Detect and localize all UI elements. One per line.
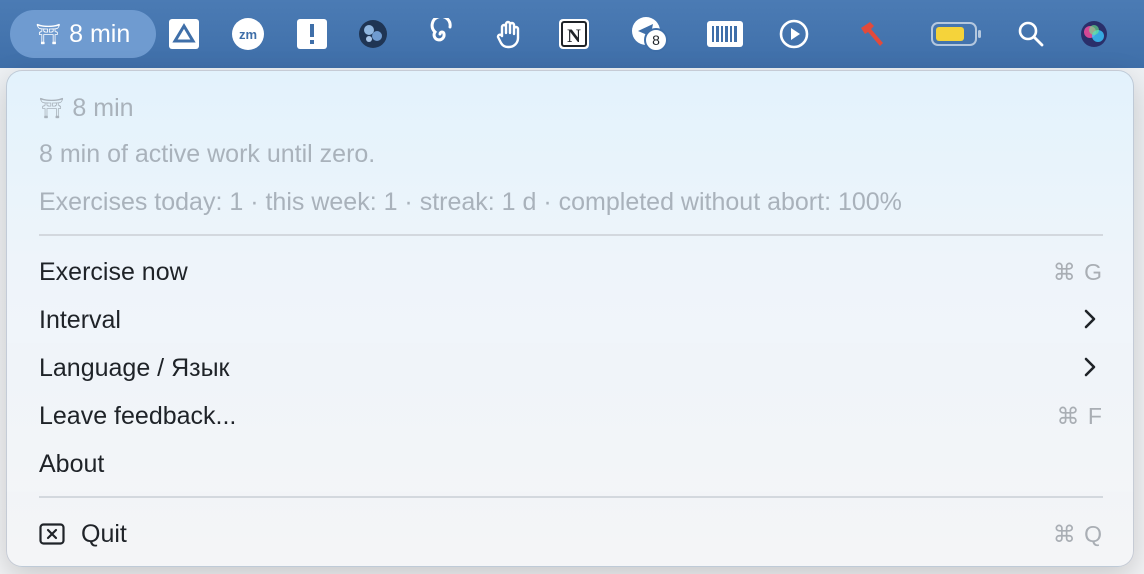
- status-line: 8 min of active work until zero.: [39, 139, 1103, 169]
- menu-header: ⛩ 8 min: [39, 93, 1103, 123]
- menu-header-title: 8 min: [72, 93, 134, 122]
- timer-status-item[interactable]: ⛩ 8 min: [10, 10, 156, 58]
- menu-item-interval[interactable]: Interval: [39, 298, 1103, 342]
- menu-item-language[interactable]: Language / Язык: [39, 346, 1103, 390]
- menu-item-label: Exercise now: [39, 257, 188, 286]
- menu-item-exercise-now[interactable]: Exercise now ⌘ G: [39, 250, 1103, 294]
- stats-line-text: Exercises today: 1 · this week: 1 · stre…: [39, 187, 902, 216]
- menu-bar: ⛩ 8 min zm N 8: [0, 0, 1144, 68]
- hand-icon[interactable]: [492, 17, 526, 51]
- stats-line: Exercises today: 1 · this week: 1 · stre…: [39, 187, 1103, 217]
- spiral-icon[interactable]: [425, 17, 459, 51]
- menu-separator: [39, 496, 1103, 498]
- shortcut-label: ⌘ Q: [1052, 520, 1103, 547]
- shortcut-label: ⌘ F: [1056, 402, 1103, 429]
- telegram-badge: 8: [652, 32, 660, 48]
- menu-separator: [39, 234, 1103, 236]
- menu-item-label: Language / Язык: [39, 353, 230, 382]
- search-icon[interactable]: [1014, 17, 1048, 51]
- battery-icon[interactable]: [930, 17, 984, 51]
- menu-item-label: Quit: [81, 519, 127, 548]
- zoom-icon[interactable]: zm: [231, 17, 265, 51]
- close-box-icon: [39, 523, 65, 545]
- menu-item-label: About: [39, 449, 105, 478]
- menu-item-leave-feedback[interactable]: Leave feedback... ⌘ F: [39, 394, 1103, 438]
- menu-item-label: Leave feedback...: [39, 401, 237, 430]
- app-dropdown-menu: ⛩ 8 min 8 min of active work until zero.…: [6, 70, 1134, 567]
- google-drive-icon[interactable]: [167, 17, 201, 51]
- timer-status-label: 8 min: [69, 19, 131, 48]
- hammer-icon[interactable]: [855, 17, 889, 51]
- menu-item-label: Interval: [39, 305, 121, 334]
- desktop: ⛩ 8 min zm N 8 ⛩ 8 min 8 min of active w…: [0, 0, 1144, 574]
- svg-text:N: N: [567, 26, 581, 47]
- status-line-text: 8 min of active work until zero.: [39, 139, 376, 168]
- siri-icon[interactable]: [1077, 17, 1111, 51]
- barcode-icon[interactable]: [706, 17, 744, 51]
- torii-gate-icon: ⛩: [35, 23, 62, 46]
- chevron-right-icon: [1084, 309, 1096, 329]
- shortcut-label: ⌘ G: [1052, 258, 1103, 285]
- svg-text:zm: zm: [239, 27, 257, 42]
- torii-gate-icon: ⛩: [39, 97, 65, 120]
- chevron-right-icon: [1084, 357, 1096, 377]
- telegram-icon[interactable]: 8: [630, 17, 672, 52]
- play-icon[interactable]: [777, 17, 811, 51]
- menu-item-quit[interactable]: Quit ⌘ Q: [39, 512, 1103, 556]
- alert-icon[interactable]: [295, 17, 329, 51]
- camera-app-icon[interactable]: [356, 17, 390, 51]
- menu-item-about[interactable]: About: [39, 442, 1103, 486]
- notion-icon[interactable]: N: [557, 17, 591, 51]
